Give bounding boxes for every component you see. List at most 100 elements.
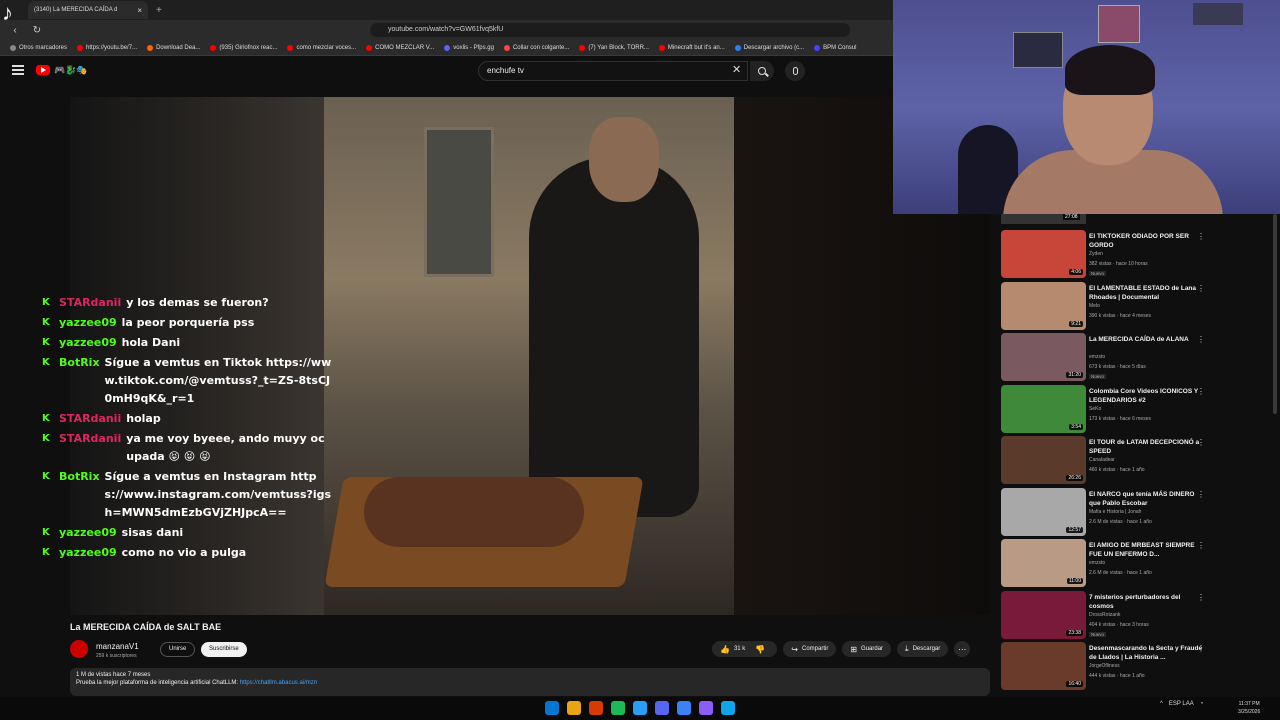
- more-options-icon[interactable]: ⋮: [1197, 232, 1205, 241]
- more-options-icon[interactable]: ⋮: [1197, 644, 1205, 653]
- recommended-title[interactable]: 7 misterios perturbadores del cosmos: [1089, 593, 1204, 611]
- taskbar-app-icon[interactable]: [677, 701, 691, 715]
- sidebar-scrollbar[interactable]: [1273, 214, 1277, 414]
- bookmark-item[interactable]: Otros marcadores: [10, 44, 67, 51]
- taskbar-app-icon[interactable]: [611, 701, 625, 715]
- description-box[interactable]: 1 M de vistas hace 7 meses Prueba la mej…: [70, 668, 990, 696]
- video-thumbnail[interactable]: 23:38: [1001, 590, 1086, 639]
- video-thumbnail[interactable]: 3:54: [1001, 384, 1086, 433]
- recommended-video[interactable]: 12:57 El NARCO que tenía MÁS DINERO que P…: [1001, 487, 1269, 536]
- taskbar-app-icon[interactable]: [589, 701, 603, 715]
- like-button[interactable]: 👍 31 k 👎: [712, 641, 778, 657]
- more-options-icon[interactable]: ⋮: [1197, 438, 1205, 447]
- recommended-title[interactable]: El TIKTOKER ODIADO POR SER GORDO: [1089, 232, 1204, 250]
- voice-search-button[interactable]: [785, 61, 805, 81]
- bookmark-item[interactable]: como mezclar voces...: [287, 44, 356, 51]
- bookmark-item[interactable]: voxlis - Pfps.gg: [444, 44, 494, 51]
- recommended-title[interactable]: El LAMENTABLE ESTADO de Lana Rhoades | D…: [1089, 284, 1204, 302]
- save-button[interactable]: ⊞ Guardar: [842, 641, 892, 657]
- share-button[interactable]: ↪ Compartir: [783, 641, 837, 657]
- download-button[interactable]: ⤓ Descargar: [897, 641, 949, 657]
- recommended-channel[interactable]: Mafia e Historia | Jonah: [1089, 509, 1141, 515]
- taskbar-clock[interactable]: 11:37 PM 3/25/2026: [1238, 700, 1260, 716]
- bookmark-label: voxlis - Pfps.gg: [453, 44, 494, 51]
- subscribe-button[interactable]: Suscribirse: [201, 642, 247, 657]
- search-button[interactable]: [750, 61, 774, 81]
- recommended-video[interactable]: 3:54 Colombia Core Videos ICONICOS Y LEGE…: [1001, 384, 1269, 433]
- new-tab-icon[interactable]: +: [156, 5, 162, 16]
- language-indicator[interactable]: ESP LAA: [1169, 701, 1194, 707]
- more-options-icon[interactable]: ⋮: [1197, 541, 1205, 550]
- youtube-logo-icon[interactable]: [36, 65, 50, 75]
- bookmark-item[interactable]: BPM Consul: [814, 44, 856, 51]
- taskbar-app-icon[interactable]: [545, 701, 559, 715]
- taskbar-app-icon[interactable]: [699, 701, 713, 715]
- video-thumbnail[interactable]: 9:21: [1001, 281, 1086, 330]
- video-thumbnail[interactable]: 31:20: [1001, 333, 1086, 381]
- recommended-channel[interactable]: emzsto: [1089, 560, 1105, 566]
- chat-text: sisas dani: [121, 526, 184, 539]
- video-thumbnail[interactable]: 12:57: [1001, 487, 1086, 536]
- recommended-video[interactable]: 23:38 7 misterios perturbadores del cosmo…: [1001, 590, 1269, 639]
- video-thumbnail[interactable]: 11:00: [1001, 539, 1086, 587]
- recommended-channel[interactable]: Zyden: [1089, 251, 1103, 257]
- more-actions-icon[interactable]: ⋯: [954, 641, 971, 657]
- hamburger-menu-icon[interactable]: [12, 65, 24, 75]
- bookmark-item[interactable]: Download Dea...: [147, 44, 200, 51]
- channel-name[interactable]: manzanaV1: [96, 642, 139, 651]
- recommended-channel[interactable]: DrossRotzank: [1089, 612, 1120, 618]
- video-thumbnail[interactable]: 16:40: [1001, 642, 1086, 690]
- recommended-title[interactable]: El TOUR de LATAM DECEPCIONÓ a SPEED: [1089, 438, 1204, 456]
- recommended-channel[interactable]: emzsto: [1089, 354, 1105, 360]
- recommended-title[interactable]: Desenmascarando la Secta y Fraude de Lla…: [1089, 644, 1204, 662]
- more-options-icon[interactable]: ⋮: [1197, 335, 1205, 344]
- description-link[interactable]: https://chatllm.abacus.ai/mzn: [240, 680, 317, 686]
- browser-tab[interactable]: (3140) La MERECIDA CAÍDA d ×: [28, 1, 148, 19]
- taskbar-app-icon[interactable]: [633, 701, 647, 715]
- video-thumbnail[interactable]: 26:26: [1001, 436, 1086, 484]
- recommended-title[interactable]: El NARCO que tenía MÁS DINERO que Pablo …: [1089, 490, 1204, 508]
- recommended-video[interactable]: 11:00 El AMIGO DE MRBEAST SIEMPRE FUE UN …: [1001, 539, 1269, 587]
- bookmark-item[interactable]: Descargar archivo (c...: [734, 44, 804, 51]
- bookmark-item[interactable]: https://youtu.be/7...: [77, 44, 137, 51]
- video-duration: 26:26: [1066, 475, 1083, 481]
- recommended-channel[interactable]: Canaladear: [1089, 457, 1115, 463]
- recommended-video[interactable]: 26:26 El TOUR de LATAM DECEPCIONÓ a SPEED…: [1001, 436, 1269, 484]
- bookmark-item[interactable]: (7) Yan Block, TORR...: [579, 44, 649, 51]
- bookmark-item[interactable]: (935) Girlofnox reac...: [210, 44, 277, 51]
- bookmark-item[interactable]: COMO MEZCLAR V...: [366, 44, 434, 51]
- recommended-video[interactable]: 16:40 Desenmascarando la Secta y Fraude d…: [1001, 642, 1269, 690]
- recommended-channel[interactable]: JorgeOfliness: [1089, 663, 1120, 669]
- address-bar[interactable]: youtube.com/watch?v=GW61fvq5kfU: [370, 23, 850, 37]
- bookmark-item[interactable]: Minecraft but it's an...: [658, 44, 725, 51]
- more-options-icon[interactable]: ⋮: [1197, 284, 1205, 293]
- taskbar-app-icon[interactable]: [721, 701, 735, 715]
- recommended-title[interactable]: Colombia Core Videos ICONICOS Y LEGENDAR…: [1089, 387, 1204, 405]
- taskbar-app-icon[interactable]: [655, 701, 669, 715]
- more-options-icon[interactable]: ⋮: [1197, 387, 1205, 396]
- search-clear-icon[interactable]: ✕: [732, 63, 741, 76]
- taskbar-app-icon[interactable]: [567, 701, 581, 715]
- tray-chevron-icon[interactable]: ^: [1160, 701, 1163, 707]
- wifi-icon[interactable]: ◔: [1200, 701, 1204, 707]
- recommended-channel[interactable]: Melo: [1089, 303, 1100, 309]
- recommended-video[interactable]: 9:21 El LAMENTABLE ESTADO de Lana Rhoades…: [1001, 281, 1269, 330]
- back-icon[interactable]: ‹: [8, 23, 22, 37]
- clock-date: 3/25/2026: [1238, 709, 1261, 715]
- bookmark-item[interactable]: Collar con colgante...: [503, 44, 569, 51]
- recommended-channel[interactable]: SeKo: [1089, 406, 1101, 412]
- channel-avatar[interactable]: [70, 640, 88, 658]
- join-button[interactable]: Unirse: [160, 642, 196, 657]
- thumbs-down-icon[interactable]: 👎: [755, 645, 765, 654]
- video-thumbnail[interactable]: 4:06: [1001, 230, 1086, 278]
- recommended-video[interactable]: 4:06 El TIKTOKER ODIADO POR SER GORDO Zyde…: [1001, 230, 1269, 278]
- recommended-title[interactable]: La MERECIDA CAÍDA de ALANA: [1089, 335, 1204, 344]
- reload-icon[interactable]: ↻: [30, 23, 44, 37]
- recommended-title[interactable]: El AMIGO DE MRBEAST SIEMPRE FUE UN ENFER…: [1089, 541, 1204, 559]
- recommended-views: 2.6 M de vistas · hace 1 año: [1089, 518, 1152, 525]
- more-options-icon[interactable]: ⋮: [1197, 490, 1205, 499]
- more-options-icon[interactable]: ⋮: [1197, 593, 1205, 602]
- recommended-video[interactable]: 31:20 La MERECIDA CAÍDA de ALANA emzsto 673…: [1001, 333, 1269, 381]
- search-input[interactable]: enchufe tv: [478, 61, 748, 81]
- tab-close-icon[interactable]: ×: [137, 6, 142, 15]
